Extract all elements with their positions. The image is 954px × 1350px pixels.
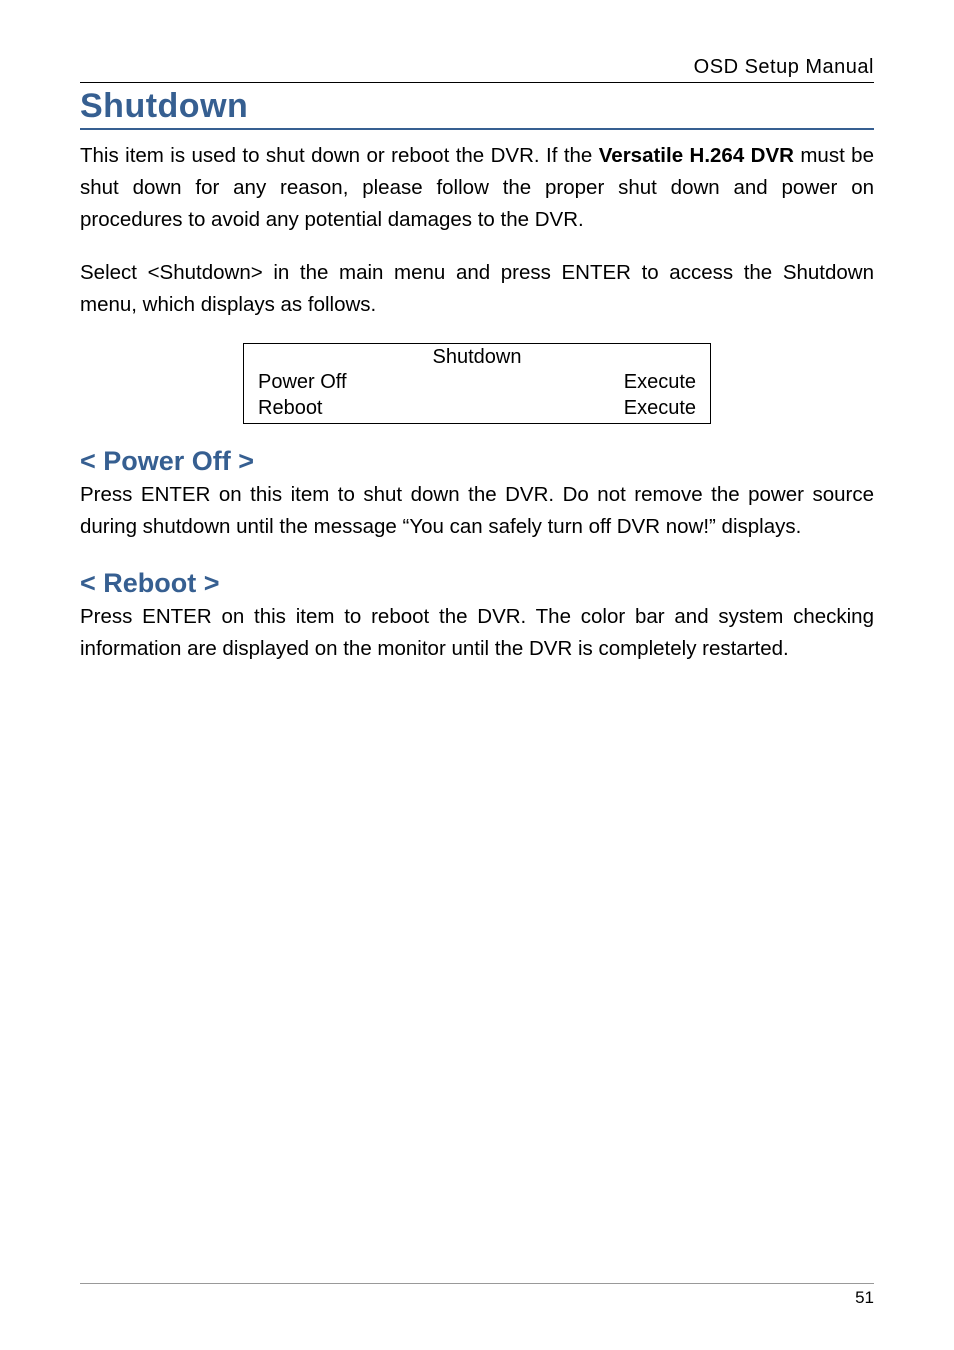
subheading-reboot: < Reboot > [80,568,874,599]
shutdown-menu-box: Shutdown Power Off Execute Reboot Execut… [243,343,711,424]
menu-title: Shutdown [244,344,710,369]
section-heading-shutdown: Shutdown [80,87,874,130]
page-header: OSD Setup Manual [80,56,874,83]
intro-paragraph-2: Select <Shutdown> in the main menu and p… [80,257,874,321]
intro1-bold: Versatile H.264 DVR [599,144,794,167]
subheading-power-off: < Power Off > [80,446,874,477]
header-title: OSD Setup Manual [694,56,874,78]
page-footer: 51 [80,1283,874,1308]
reboot-body: Press ENTER on this item to reboot the D… [80,601,874,665]
intro-paragraph-1: This item is used to shut down or reboot… [80,140,874,235]
intro1-text-a: This item is used to shut down or reboot… [80,144,599,167]
menu-value: Execute [624,395,696,421]
menu-row-reboot: Reboot Execute [244,395,710,423]
power-off-body: Press ENTER on this item to shut down th… [80,479,874,543]
menu-row-power-off: Power Off Execute [244,369,710,395]
page-number: 51 [855,1288,874,1307]
menu-label: Reboot [258,395,323,421]
menu-label: Power Off [258,369,347,395]
menu-value: Execute [624,369,696,395]
